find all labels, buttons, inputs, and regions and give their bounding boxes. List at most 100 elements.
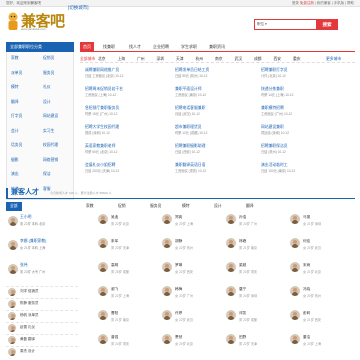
- person-name[interactable]: 李娜 (兼职家教): [20, 239, 46, 244]
- people-tab[interactable]: 全部: [6, 202, 22, 211]
- switch-city-link[interactable]: [切换城市]: [68, 5, 89, 11]
- featured-person[interactable]: 王小明男 22岁 本科 北京: [6, 214, 78, 238]
- category-link[interactable]: 网站建设: [43, 114, 73, 119]
- person-card[interactable]: 曾强男 24岁 重庆: [98, 334, 156, 358]
- category-link[interactable]: 设计: [43, 100, 73, 105]
- category-link[interactable]: 服务员: [43, 71, 73, 76]
- job-item[interactable]: 兼职模特招聘 工资面议 (广州) 10-12: [258, 106, 344, 126]
- person-card[interactable]: 唐宁男 24岁 深圳: [226, 286, 284, 310]
- city-link[interactable]: 北京: [98, 55, 106, 63]
- job-item[interactable]: 招聘电话客服兼职 月结 (武汉) 10-12: [172, 106, 258, 126]
- category-link[interactable]: 促销员: [43, 56, 73, 61]
- person-name[interactable]: 韩梅: [175, 287, 182, 292]
- person-name[interactable]: 孙浩: [239, 215, 246, 220]
- person-card[interactable]: 曹阳男 21岁 南京: [98, 310, 156, 334]
- register-link[interactable]: 免费注册: [300, 1, 314, 5]
- people-tab[interactable]: 家教: [82, 202, 98, 211]
- person-name[interactable]: 周杰 设计: [20, 349, 35, 354]
- city-link[interactable]: 深圳: [157, 55, 165, 63]
- city-link[interactable]: 成都: [254, 55, 262, 63]
- category-link[interactable]: 翻译: [11, 100, 41, 105]
- category-link[interactable]: 模特: [11, 85, 41, 90]
- person-name[interactable]: 谢飞: [111, 287, 118, 292]
- person-card[interactable]: 许婷女 22岁 武汉: [162, 310, 220, 334]
- featured-person[interactable]: 李娜 (兼职家教) 女 21岁 本科 上海: [6, 238, 78, 262]
- person-name[interactable]: 胡静: [175, 239, 182, 244]
- list-item[interactable]: 杨帆 派单员: [6, 310, 78, 321]
- person-card[interactable]: 罗琳女 22岁 西安: [162, 262, 220, 286]
- person-name[interactable]: 刘洋 促销员: [20, 289, 38, 294]
- job-item[interactable]: 演出活动临时工 日结 100元 (南京) 10-12: [258, 163, 344, 183]
- category-link[interactable]: 家教: [11, 56, 41, 61]
- person-card[interactable]: 朱军男 23岁 天津: [98, 238, 156, 262]
- category-link[interactable]: 打字员: [11, 114, 41, 119]
- job-item[interactable]: 英语家教兼职老师 时薪 50元 (北京) 10-12: [82, 144, 168, 164]
- person-card[interactable]: 彭莉女 21岁 西安: [290, 310, 348, 334]
- category-link[interactable]: 派单员: [11, 71, 41, 76]
- person-name[interactable]: 董洁: [303, 335, 310, 340]
- city-link[interactable]: 武汉: [235, 55, 243, 63]
- list-item[interactable]: 周杰 设计: [6, 346, 78, 357]
- city-link[interactable]: 西安: [274, 55, 282, 63]
- category-link[interactable]: 网络营销: [43, 158, 73, 163]
- city-link[interactable]: 更多城市: [326, 55, 341, 63]
- person-name[interactable]: 彭莉: [303, 311, 310, 316]
- person-card[interactable]: 郑爽女 20岁 上海: [162, 214, 220, 238]
- search-box[interactable]: 职位 ▾ 搜索: [254, 19, 338, 30]
- person-name[interactable]: 朱军: [111, 239, 118, 244]
- job-item[interactable]: 招聘大学生校园代理 提成 (深圳) 10-12: [82, 125, 168, 145]
- person-name[interactable]: 赵雪 礼仪: [20, 325, 35, 330]
- city-link[interactable]: 上海: [118, 55, 126, 63]
- person-name[interactable]: 陈静 服务员: [20, 301, 38, 306]
- person-name[interactable]: 林峰: [239, 239, 246, 244]
- person-name[interactable]: 高明: [111, 263, 118, 268]
- person-card[interactable]: 邓凯男 23岁 成都: [226, 310, 284, 334]
- tab-5[interactable]: 兼职资讯: [206, 42, 228, 52]
- job-item[interactable]: 招聘兼职打字员 计件 (北京) 10-12: [258, 68, 344, 88]
- person-name[interactable]: 何佳: [303, 239, 310, 244]
- job-item[interactable]: 兼职翻译英语日语 工资面议 (重庆) 10-12: [172, 163, 258, 183]
- category-link[interactable]: 话务员: [11, 143, 41, 148]
- job-item[interactable]: 招聘兼职摄影助理 日结 (西安) 10-12: [172, 144, 258, 164]
- person-name[interactable]: 杨帆 派单员: [20, 313, 38, 318]
- category-link[interactable]: 摄影: [11, 158, 41, 163]
- search-type-select[interactable]: 职位 ▾: [257, 22, 267, 27]
- person-card[interactable]: 韩梅女 23岁 广州: [162, 286, 220, 310]
- people-tab[interactable]: 促销: [114, 202, 130, 211]
- category-link[interactable]: 保洁: [43, 172, 73, 177]
- person-card[interactable]: 宋雨女 21岁 北京: [290, 262, 348, 286]
- person-name[interactable]: 吴迪: [111, 215, 118, 220]
- city-link[interactable]: 全部城市: [80, 55, 95, 63]
- person-name[interactable]: 唐宁: [239, 287, 246, 292]
- person-card[interactable]: 何佳女 20岁 武汉: [290, 238, 348, 262]
- person-card[interactable]: 吴迪男 22岁 北京: [98, 214, 156, 238]
- city-link[interactable]: 广州: [137, 55, 145, 63]
- person-name[interactable]: 田野: [239, 335, 246, 340]
- person-card[interactable]: 马丽女 21岁 深圳: [290, 214, 348, 238]
- tab-3[interactable]: 企业招聘: [150, 42, 172, 52]
- job-item[interactable]: 会展礼仪小姐招聘 日结 200元 (天津) 10-12: [82, 163, 168, 183]
- account-menu[interactable]: | 我的兼客 | 手机版 | 帮助: [315, 1, 354, 5]
- city-link[interactable]: 杭州: [196, 55, 204, 63]
- person-card[interactable]: 冯晓女 20岁 杭州: [290, 286, 348, 310]
- person-name[interactable]: 罗琳: [175, 263, 182, 268]
- list-item[interactable]: 赵雪 礼仪: [6, 322, 78, 333]
- job-item[interactable]: 招聘发单员日结工资 日结 80元 (杭州) 10-12: [172, 68, 258, 88]
- person-name[interactable]: 马丽: [303, 215, 310, 220]
- site-logo[interactable]: 兼客吧 www.jiankeba.com: [6, 10, 66, 34]
- tab-2[interactable]: 找人才: [126, 42, 144, 52]
- people-tab[interactable]: 模特: [178, 202, 194, 211]
- person-name[interactable]: 冯晓: [303, 287, 310, 292]
- list-item[interactable]: 刘洋 促销员: [6, 286, 78, 297]
- tab-4[interactable]: 学生求职: [178, 42, 200, 52]
- person-card[interactable]: 林峰男 21岁 南京: [226, 238, 284, 262]
- person-card[interactable]: 胡静女 22岁 杭州: [162, 238, 220, 262]
- person-card[interactable]: 萧然女 20岁 北京: [162, 334, 220, 358]
- job-item[interactable]: 诚聘兼职网络推广员 日结 工资面议 (北京) 10-12: [82, 68, 168, 88]
- person-name[interactable]: 萧然: [175, 335, 182, 340]
- list-item[interactable]: 陈静 服务员: [6, 298, 78, 309]
- category-link[interactable]: 会计: [11, 129, 41, 134]
- person-card[interactable]: 高明男 25岁 成都: [98, 262, 156, 286]
- category-link[interactable]: 校园代理: [43, 143, 73, 148]
- tab-0[interactable]: 首页: [80, 42, 94, 52]
